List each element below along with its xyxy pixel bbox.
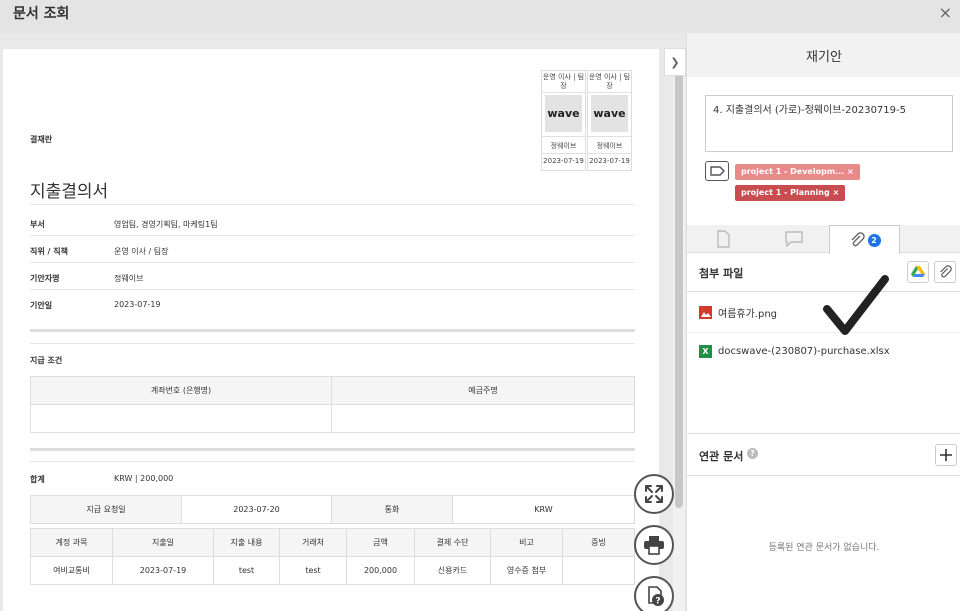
table-header: 지출 내용 bbox=[213, 528, 280, 557]
collapse-panel-chevron-icon[interactable]: ❯ bbox=[664, 48, 686, 76]
field-value: 2023-07-19 bbox=[114, 300, 161, 309]
fullscreen-button[interactable] bbox=[634, 474, 674, 514]
attachment-item[interactable]: X docswave-(230807)-purchase.xlsx bbox=[699, 345, 890, 358]
help-icon[interactable]: ? bbox=[747, 448, 758, 459]
table-header: 비고 bbox=[490, 528, 563, 557]
table-cell: 2023-07-19 bbox=[112, 556, 214, 585]
table-cell: 2023-07-20 bbox=[181, 495, 332, 524]
attachments-title: 첨부 파일 bbox=[699, 267, 744, 280]
document-icon bbox=[716, 230, 730, 248]
subject-field[interactable]: 4. 지출결의서 (가로)-정웨이브-20230719-5 bbox=[705, 95, 953, 152]
attachment-item[interactable]: 여름휴가.png bbox=[699, 305, 777, 320]
table-header: 거래처 bbox=[279, 528, 347, 557]
attachment-name: 여름휴가.png bbox=[718, 309, 778, 320]
approval-box: 운영 이사 | 팀장 wave 정웨이브 2023-07-19 bbox=[541, 70, 586, 171]
project-tag[interactable]: project 1 - Developm... × bbox=[735, 164, 860, 180]
table-header: 계정 과목 bbox=[30, 528, 113, 557]
expand-icon bbox=[645, 485, 663, 503]
table-cell: test bbox=[279, 556, 347, 585]
comment-icon bbox=[784, 231, 803, 247]
total-value: KRW | 200,000 bbox=[114, 474, 174, 483]
excel-file-icon: X bbox=[699, 345, 712, 358]
field-label: 직위 / 직책 bbox=[30, 247, 68, 256]
attachment-name: docswave-(230807)-purchase.xlsx bbox=[718, 346, 890, 357]
field-label: 부서 bbox=[30, 220, 45, 229]
document-help-icon: ? bbox=[648, 586, 664, 607]
approver-name: 정웨이브 bbox=[596, 142, 623, 150]
document-page: 결재란 운영 이사 | 팀장 wave 정웨이브 2023-07-19 운영 이… bbox=[3, 49, 659, 611]
table-header: 결제 수단 bbox=[414, 528, 491, 557]
project-tag[interactable]: project 1 - Planning × bbox=[735, 185, 846, 201]
close-icon[interactable]: × bbox=[939, 3, 952, 22]
google-drive-icon bbox=[911, 266, 925, 277]
approval-date: 2023-07-19 bbox=[543, 157, 584, 165]
panel-title: 재기안 bbox=[687, 33, 960, 77]
panel-tabs: 2 bbox=[687, 225, 960, 254]
add-related-doc-button[interactable] bbox=[935, 444, 957, 466]
total-label: 합계 bbox=[30, 475, 45, 484]
table-cell: test bbox=[213, 556, 280, 585]
tab-comments[interactable] bbox=[758, 225, 829, 253]
table-cell: 신용카드 bbox=[414, 556, 491, 585]
image-file-icon bbox=[699, 306, 712, 319]
table-cell: 영수증 첨부 bbox=[490, 556, 563, 585]
field-value: 운영 이사 / 팀장 bbox=[114, 247, 169, 256]
print-button[interactable] bbox=[634, 525, 674, 565]
table-cell bbox=[562, 556, 635, 585]
approval-stamp: wave bbox=[545, 95, 582, 132]
attach-file-button[interactable] bbox=[934, 261, 956, 283]
field-value: 영업팀, 경영기획팀, 마케팅1팀 bbox=[114, 220, 218, 229]
tag-icon[interactable] bbox=[705, 161, 729, 181]
account-table: 계좌번호 (은행명) 예금주명 bbox=[30, 376, 635, 433]
approval-date: 2023-07-19 bbox=[589, 157, 630, 165]
help-doc-button[interactable]: ? bbox=[634, 576, 674, 611]
related-docs-title: 연관 문서 bbox=[699, 450, 744, 463]
approver-name: 정웨이브 bbox=[550, 142, 577, 150]
svg-text:?: ? bbox=[655, 597, 660, 607]
approver-role: 운영 이사 | 팀장 bbox=[542, 73, 585, 90]
request-table: 지급 요청일 2023-07-20 통화 KRW bbox=[30, 495, 635, 524]
document-viewer: 결재란 운영 이사 | 팀장 wave 정웨이브 2023-07-19 운영 이… bbox=[0, 33, 686, 611]
attachment-count-badge: 2 bbox=[867, 233, 881, 247]
document-scrollbar[interactable] bbox=[673, 48, 685, 611]
table-row: 여비교통비 2023-07-19 test test 200,000 신용카드 … bbox=[30, 556, 635, 585]
plus-icon bbox=[940, 449, 952, 461]
table-cell: 200,000 bbox=[346, 556, 415, 585]
table-header: 금액 bbox=[346, 528, 415, 557]
tab-attachments[interactable]: 2 bbox=[829, 225, 900, 254]
approver-role: 운영 이사 | 팀장 bbox=[588, 73, 631, 90]
approval-stamp: wave bbox=[591, 95, 628, 132]
table-header: 계좌번호 (은행명) bbox=[30, 376, 332, 405]
table-header: 지출일 bbox=[112, 528, 214, 557]
table-cell: 통화 bbox=[331, 495, 453, 524]
dialog-titlebar: 문서 조회 × bbox=[0, 0, 960, 33]
approval-label: 결재란 bbox=[30, 135, 53, 144]
table-cell: KRW bbox=[452, 495, 635, 524]
table-header: 예금주명 bbox=[331, 376, 635, 405]
document-title: 지출결의서 bbox=[30, 182, 109, 202]
tab-document[interactable] bbox=[687, 225, 758, 253]
field-label: 기안일 bbox=[30, 301, 53, 310]
dialog-title: 문서 조회 bbox=[13, 6, 70, 22]
approval-box: 운영 이사 | 팀장 wave 정웨이브 2023-07-19 bbox=[587, 70, 632, 171]
table-header: 증빙 bbox=[562, 528, 635, 557]
paperclip-icon bbox=[851, 232, 865, 247]
google-drive-button[interactable] bbox=[907, 261, 929, 283]
field-value: 정웨이브 bbox=[114, 274, 144, 283]
payment-terms-label: 지급 조건 bbox=[30, 356, 63, 365]
related-docs-empty: 등록된 연관 문서가 없습니다. bbox=[768, 543, 880, 553]
paperclip-icon bbox=[940, 265, 952, 278]
expense-table: 계정 과목 지출일 지출 내용 거래처 금액 결제 수단 비고 증빙 여비교통비… bbox=[30, 528, 635, 585]
table-cell: 지급 요청일 bbox=[30, 495, 182, 524]
field-label: 기안자명 bbox=[30, 274, 60, 283]
printer-icon bbox=[644, 536, 664, 555]
side-panel: 재기안 4. 지출결의서 (가로)-정웨이브-20230719-5 projec… bbox=[686, 33, 960, 611]
table-cell: 여비교통비 bbox=[30, 556, 113, 585]
checkmark-icon bbox=[823, 275, 889, 335]
